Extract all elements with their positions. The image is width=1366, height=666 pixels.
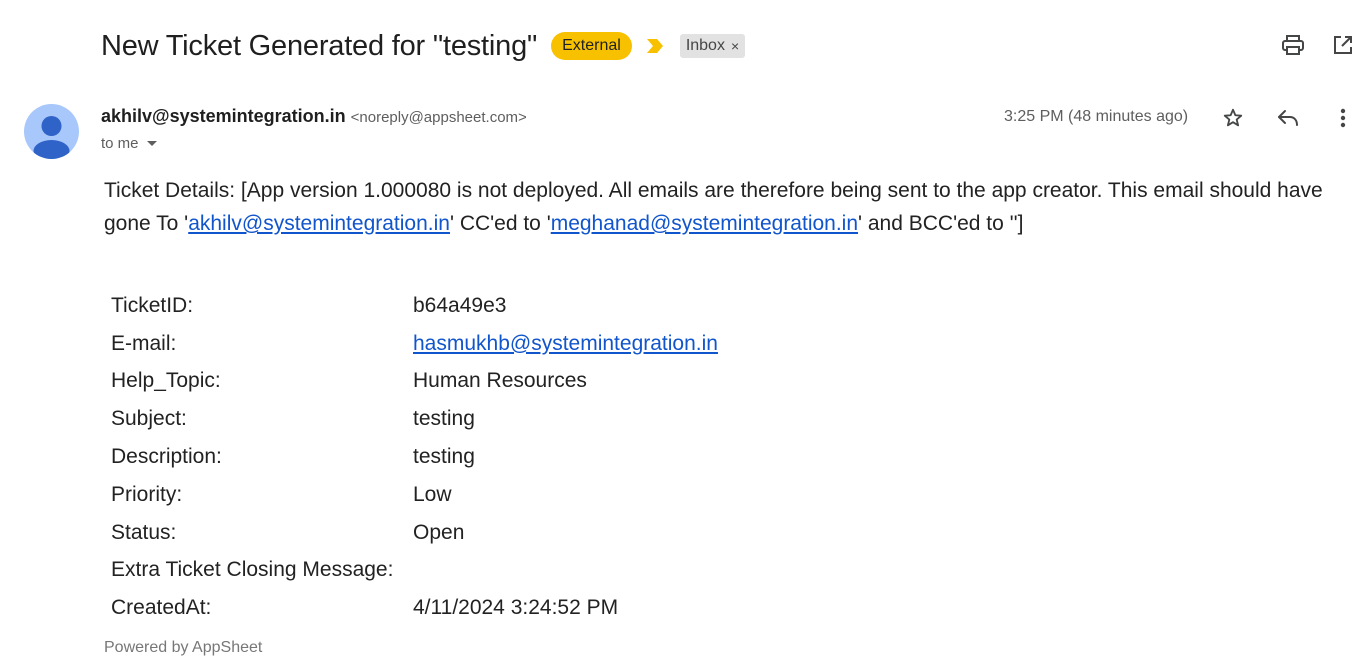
important-marker-icon[interactable] xyxy=(645,38,665,54)
table-row: CreatedAt: 4/11/2024 3:24:52 PM xyxy=(111,589,718,627)
detail-value: Low xyxy=(413,482,452,506)
table-row: Description: testing xyxy=(111,438,718,476)
table-row: Help_Topic: Human Resources xyxy=(111,363,718,401)
sender-name[interactable]: akhilv@systemintegration.in xyxy=(101,106,346,127)
email-view: New Ticket Generated for "testing" Exter… xyxy=(0,0,1366,666)
detail-value: b64a49e3 xyxy=(413,293,507,317)
ticket-details-table: TicketID: b64a49e3 E-mail: hasmukhb@syst… xyxy=(111,287,718,627)
table-row: TicketID: b64a49e3 xyxy=(111,287,718,325)
message-timestamp: 3:25 PM (48 minutes ago) xyxy=(1004,108,1189,125)
star-icon[interactable] xyxy=(1221,106,1245,130)
detail-label: Description: xyxy=(111,445,222,469)
thread-actions xyxy=(1281,33,1355,57)
detail-label: Priority: xyxy=(111,482,183,506)
avatar[interactable] xyxy=(24,104,79,159)
detail-label: Status: xyxy=(111,520,177,544)
sender-line: akhilv@systemintegration.in <noreply@app… xyxy=(101,106,527,127)
sender-email: <noreply@appsheet.com> xyxy=(350,109,527,126)
inbox-label-chip: Inbox × xyxy=(679,34,746,58)
body-text-part-2: ' CC'ed to ' xyxy=(449,212,551,235)
detail-label: TicketID: xyxy=(111,293,194,317)
table-row: E-mail: hasmukhb@systemintegration.in xyxy=(111,325,718,363)
detail-value: hasmukhb@systemintegration.in xyxy=(413,332,718,356)
external-badge: External xyxy=(551,32,632,60)
message-actions xyxy=(1221,106,1355,130)
subject-row: New Ticket Generated for "testing" Exter… xyxy=(101,26,746,66)
table-row: Subject: testing xyxy=(111,400,718,438)
remove-label-icon[interactable]: × xyxy=(731,37,739,55)
body-text-part-3: ' and BCC'ed to ''] xyxy=(858,212,1024,235)
email-subject: New Ticket Generated for "testing" xyxy=(101,29,538,62)
more-vert-icon[interactable] xyxy=(1331,106,1355,130)
reply-icon[interactable] xyxy=(1276,106,1300,130)
detail-label: Subject: xyxy=(111,407,187,431)
detail-value: Open xyxy=(413,520,465,544)
detail-label: CreatedAt: xyxy=(111,596,212,620)
detail-value: testing xyxy=(413,407,475,431)
table-row: Extra Ticket Closing Message: xyxy=(111,552,718,590)
to-email-link[interactable]: akhilv@systemintegration.in xyxy=(188,212,450,235)
default-avatar-icon xyxy=(33,116,70,159)
chevron-down-icon[interactable] xyxy=(146,141,157,146)
requester-email-link[interactable]: hasmukhb@systemintegration.in xyxy=(413,332,718,355)
inbox-label-text: Inbox xyxy=(685,37,725,54)
table-row: Status: Open xyxy=(111,514,718,552)
recipient-details[interactable]: to me xyxy=(101,135,157,152)
open-in-new-window-icon[interactable] xyxy=(1331,33,1355,57)
message-body-intro: Ticket Details: [App version 1.000080 is… xyxy=(104,174,1354,240)
detail-label: E-mail: xyxy=(111,331,177,355)
powered-by-footer: Powered by AppSheet xyxy=(104,639,263,656)
table-row: Priority: Low xyxy=(111,476,718,514)
detail-value: testing xyxy=(413,445,475,469)
print-icon[interactable] xyxy=(1281,33,1305,57)
detail-value: Human Resources xyxy=(413,369,587,393)
detail-label: Extra Ticket Closing Message: xyxy=(111,558,394,582)
detail-value: 4/11/2024 3:24:52 PM xyxy=(413,596,619,620)
recipient-label: to me xyxy=(101,135,139,152)
detail-label: Help_Topic: xyxy=(111,369,221,393)
cc-email-link[interactable]: meghanad@systemintegration.in xyxy=(551,212,858,235)
